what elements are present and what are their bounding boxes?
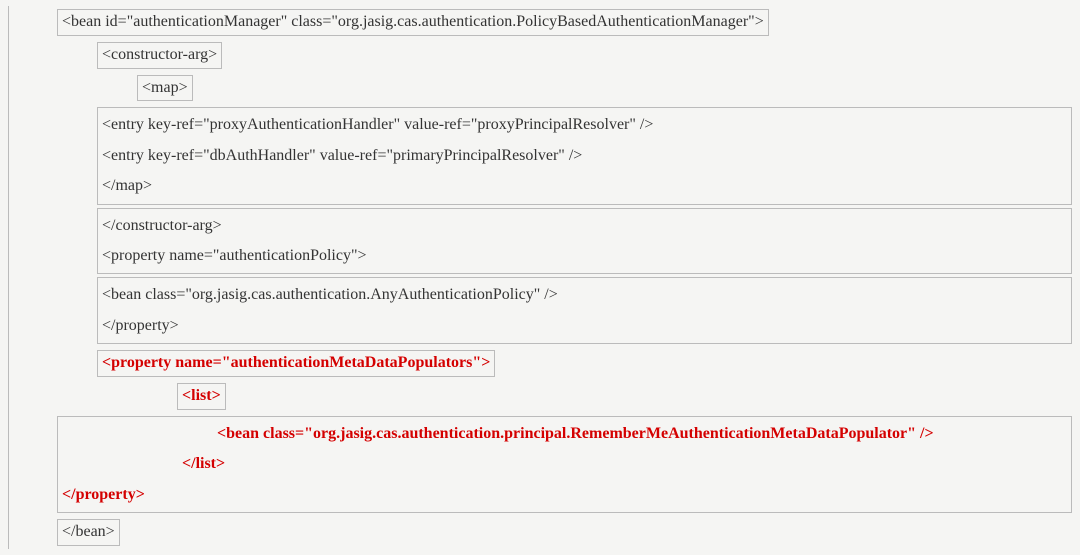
xml-line-bean-open: <bean id="authenticationManager" class="… — [57, 9, 769, 36]
xml-config-block: <bean id="authenticationManager" class="… — [8, 6, 1072, 549]
xml-line-list-close: </list> — [62, 449, 1067, 479]
xml-line-entry-dbauth: <entry key-ref="dbAuthHandler" value-ref… — [102, 141, 1067, 171]
xml-line-map-close: </map> — [102, 171, 1067, 201]
xml-line-constructor-arg-close: </constructor-arg> — [102, 211, 1067, 241]
xml-line-anyauth-bean: <bean class="org.jasig.cas.authenticatio… — [102, 280, 1067, 310]
xml-line-bean-close: </bean> — [57, 519, 120, 546]
xml-line-prop-authpolicy-open: <property name="authenticationPolicy"> — [102, 241, 1067, 271]
xml-line-rememberme-bean: <bean class="org.jasig.cas.authenticatio… — [62, 419, 1067, 449]
xml-line-entry-proxy: <entry key-ref="proxyAuthenticationHandl… — [102, 110, 1067, 140]
xml-line-prop-metadata-open: <property name="authenticationMetaDataPo… — [97, 350, 495, 377]
xml-block-map-entries: <entry key-ref="proxyAuthenticationHandl… — [97, 107, 1072, 204]
xml-line-list-open: <list> — [177, 383, 226, 410]
xml-block-constructor-close-prop-open: </constructor-arg> <property name="authe… — [97, 208, 1072, 275]
xml-line-prop-metadata-close: </property> — [62, 480, 1067, 510]
xml-block-anyauth-policy: <bean class="org.jasig.cas.authenticatio… — [97, 277, 1072, 344]
xml-line-prop-close-1: </property> — [102, 311, 1067, 341]
xml-line-constructor-arg-open: <constructor-arg> — [97, 42, 222, 69]
xml-line-map-open: <map> — [137, 75, 193, 102]
xml-block-rememberme: <bean class="org.jasig.cas.authenticatio… — [57, 416, 1072, 513]
